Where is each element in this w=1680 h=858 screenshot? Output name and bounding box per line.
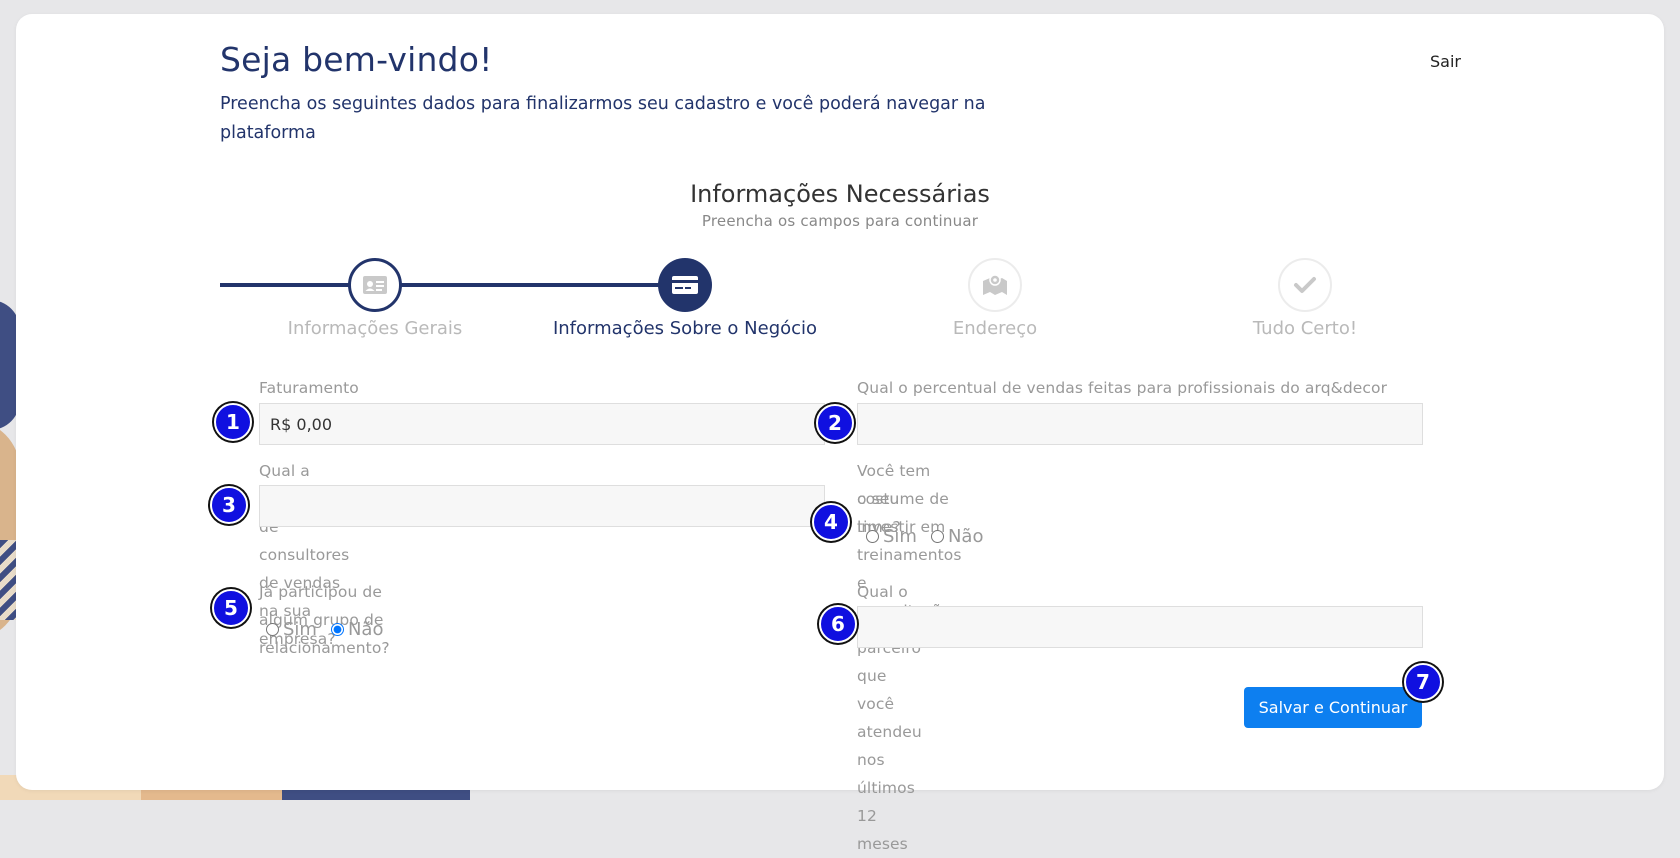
relationship-yes-label: Sim bbox=[283, 619, 317, 640]
training-yes-radio[interactable] bbox=[866, 530, 879, 543]
relationship-no-label: Não bbox=[347, 619, 384, 640]
welcome-title: Seja bem-vindo! bbox=[220, 40, 493, 79]
annotation-marker: 7 bbox=[1404, 663, 1442, 701]
step-label-business-info: Informações Sobre o Negócio bbox=[552, 318, 818, 339]
relationship-yes-radio[interactable] bbox=[266, 623, 279, 636]
largest-partner-input[interactable] bbox=[857, 606, 1423, 648]
step-general-info[interactable] bbox=[348, 258, 402, 312]
section-subtitle: Preencha os campos para continuar bbox=[701, 212, 979, 230]
relationship-no-radio[interactable] bbox=[330, 623, 344, 636]
background-pattern bbox=[0, 540, 16, 620]
training-no-label: Não bbox=[947, 526, 984, 547]
annotation-marker: 3 bbox=[210, 486, 248, 524]
training-no-option[interactable]: Não bbox=[930, 526, 984, 547]
step-all-set[interactable] bbox=[1278, 258, 1332, 312]
training-yes-label: Sim bbox=[883, 526, 917, 547]
sales-percentage-input[interactable] bbox=[857, 403, 1423, 445]
map-icon bbox=[983, 274, 1007, 295]
check-icon bbox=[1294, 277, 1316, 293]
registration-card: Seja bem-vindo! Preencha os seguintes da… bbox=[16, 14, 1664, 853]
welcome-subtitle: Preencha os seguintes dados para finaliz… bbox=[220, 94, 986, 143]
sales-percentage-label: Qual o percentual de vendas feitas para … bbox=[857, 379, 1388, 397]
annotation-marker: 1 bbox=[214, 403, 252, 441]
credit-card-icon bbox=[672, 276, 698, 294]
section-title: Informações Necessárias bbox=[690, 180, 990, 208]
training-no-radio[interactable] bbox=[930, 530, 944, 543]
relationship-no-option[interactable]: Não bbox=[330, 619, 384, 640]
step-label-general-info: Informações Gerais bbox=[287, 318, 463, 339]
training-investment-radio-group: Sim Não bbox=[866, 526, 997, 547]
step-label-all-set: Tudo Certo! bbox=[1252, 318, 1358, 339]
relationship-group-radio-group: Sim Não bbox=[266, 619, 397, 640]
save-and-continue-button[interactable]: Salvar e Continuar bbox=[1244, 687, 1422, 728]
consultants-count-input[interactable] bbox=[259, 485, 825, 527]
annotation-marker: 2 bbox=[816, 404, 854, 442]
training-yes-option[interactable]: Sim bbox=[866, 526, 917, 547]
id-card-icon bbox=[363, 276, 387, 294]
step-label-address: Endereço bbox=[952, 318, 1038, 339]
annotation-marker: 5 bbox=[212, 589, 250, 627]
annotation-marker: 4 bbox=[812, 503, 850, 541]
stepper-progress-line bbox=[220, 283, 676, 287]
step-business-info[interactable] bbox=[658, 258, 712, 312]
annotation-marker: 6 bbox=[819, 605, 857, 643]
logout-link[interactable]: Sair bbox=[1430, 52, 1461, 71]
relationship-yes-option[interactable]: Sim bbox=[266, 619, 317, 640]
annual-revenue-input[interactable] bbox=[259, 403, 825, 445]
step-address[interactable] bbox=[968, 258, 1022, 312]
